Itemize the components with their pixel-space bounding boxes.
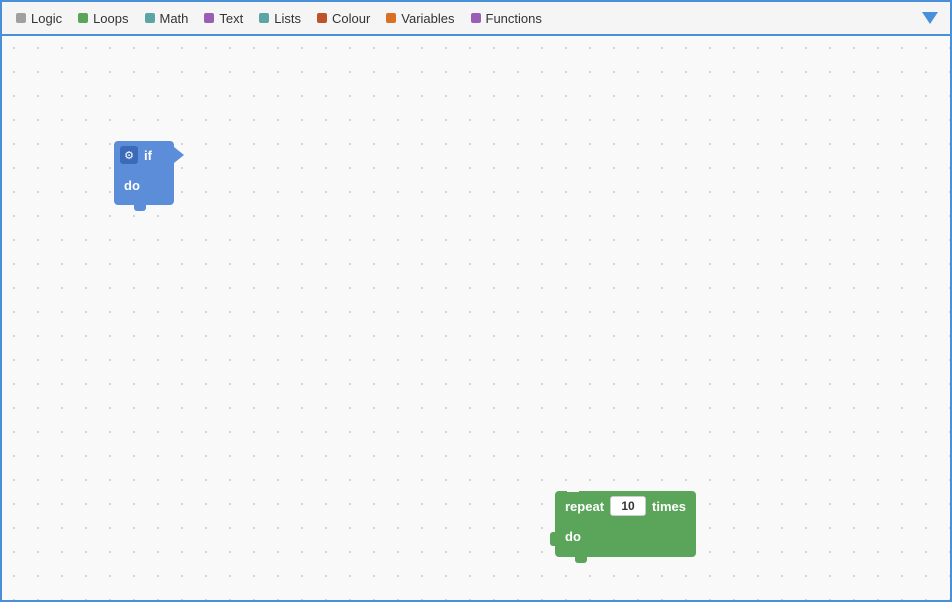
repeat-input[interactable]: 10 <box>610 496 646 516</box>
toolbar-item-logic[interactable]: Logic <box>8 7 70 30</box>
repeat-block-bottom[interactable]: do <box>555 521 696 557</box>
toolbar-label-loops: Loops <box>93 11 128 26</box>
math-dot <box>145 13 155 23</box>
toolbar-label-logic: Logic <box>31 11 62 26</box>
loops-dot <box>78 13 88 23</box>
repeat-value: 10 <box>621 499 634 513</box>
repeat-do-label: do <box>565 529 581 544</box>
repeat-times-label: times <box>652 499 686 514</box>
toolbar-label-lists: Lists <box>274 11 301 26</box>
variables-dot <box>386 13 396 23</box>
toolbar-item-text[interactable]: Text <box>196 7 251 30</box>
if-block-bottom[interactable]: do <box>114 169 174 205</box>
toolbar-item-variables[interactable]: Variables <box>378 7 462 30</box>
toolbar-arrow-icon[interactable] <box>922 12 938 24</box>
repeat-block[interactable]: repeat 10 times do <box>555 491 696 557</box>
gear-icon[interactable]: ⚙ <box>120 146 138 164</box>
toolbar-item-loops[interactable]: Loops <box>70 7 136 30</box>
text-dot <box>204 13 214 23</box>
toolbar-label-colour: Colour <box>332 11 370 26</box>
if-block[interactable]: ⚙ if do <box>114 141 174 205</box>
toolbar-label-functions: Functions <box>486 11 542 26</box>
toolbar-item-math[interactable]: Math <box>137 7 197 30</box>
toolbar-label-math: Math <box>160 11 189 26</box>
lists-dot <box>259 13 269 23</box>
workspace[interactable]: ⚙ if do repeat 10 times do <box>2 36 950 600</box>
if-do-label: do <box>124 178 140 193</box>
toolbar-label-variables: Variables <box>401 11 454 26</box>
logic-dot <box>16 13 26 23</box>
repeat-block-top[interactable]: repeat 10 times <box>555 491 696 521</box>
functions-dot <box>471 13 481 23</box>
toolbar-item-lists[interactable]: Lists <box>251 7 309 30</box>
toolbar: Logic Loops Math Text Lists Colour Varia… <box>2 2 950 36</box>
toolbar-item-functions[interactable]: Functions <box>463 7 550 30</box>
toolbar-item-colour[interactable]: Colour <box>309 7 378 30</box>
if-block-top[interactable]: ⚙ if <box>114 141 174 169</box>
repeat-label: repeat <box>565 499 604 514</box>
toolbar-label-text: Text <box>219 11 243 26</box>
app-container: Logic Loops Math Text Lists Colour Varia… <box>0 0 952 602</box>
if-label: if <box>144 148 152 163</box>
colour-dot <box>317 13 327 23</box>
